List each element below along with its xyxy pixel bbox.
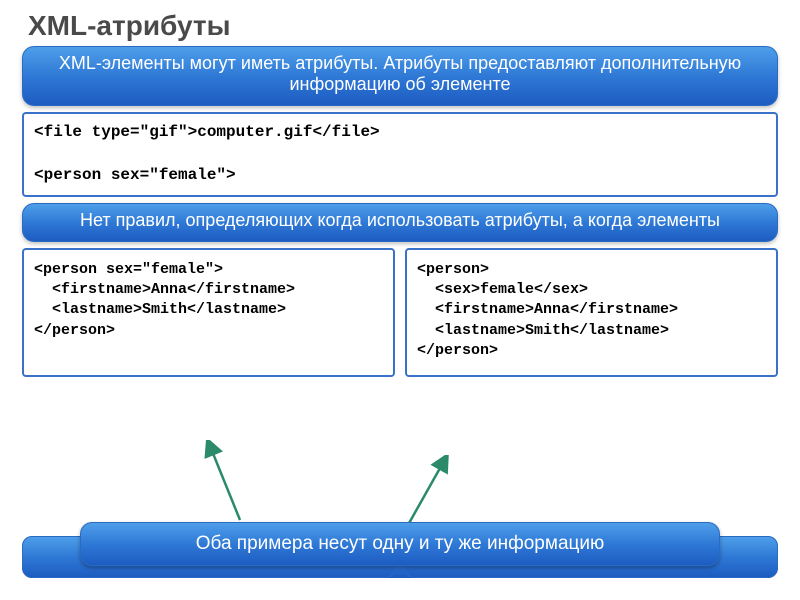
callout-same-info: Оба примера несут одну и ту же информаци… xyxy=(80,522,720,566)
page-title: XML-атрибуты xyxy=(0,0,800,46)
code-example-attribute-style: <person sex="female"> <firstname>Anna</f… xyxy=(22,248,395,377)
code-example-1: <file type="gif">computer.gif</file> <pe… xyxy=(22,112,778,197)
code-comparison-row: <person sex="female"> <firstname>Anna</f… xyxy=(22,248,778,377)
arrow-left-icon xyxy=(200,440,260,530)
code-example-element-style: <person> <sex>female</sex> <firstname>An… xyxy=(405,248,778,377)
callout-no-rules: Нет правил, определяющих когда использов… xyxy=(22,203,778,242)
callout-attributes-intro: XML-элементы могут иметь атрибуты. Атриб… xyxy=(22,46,778,106)
